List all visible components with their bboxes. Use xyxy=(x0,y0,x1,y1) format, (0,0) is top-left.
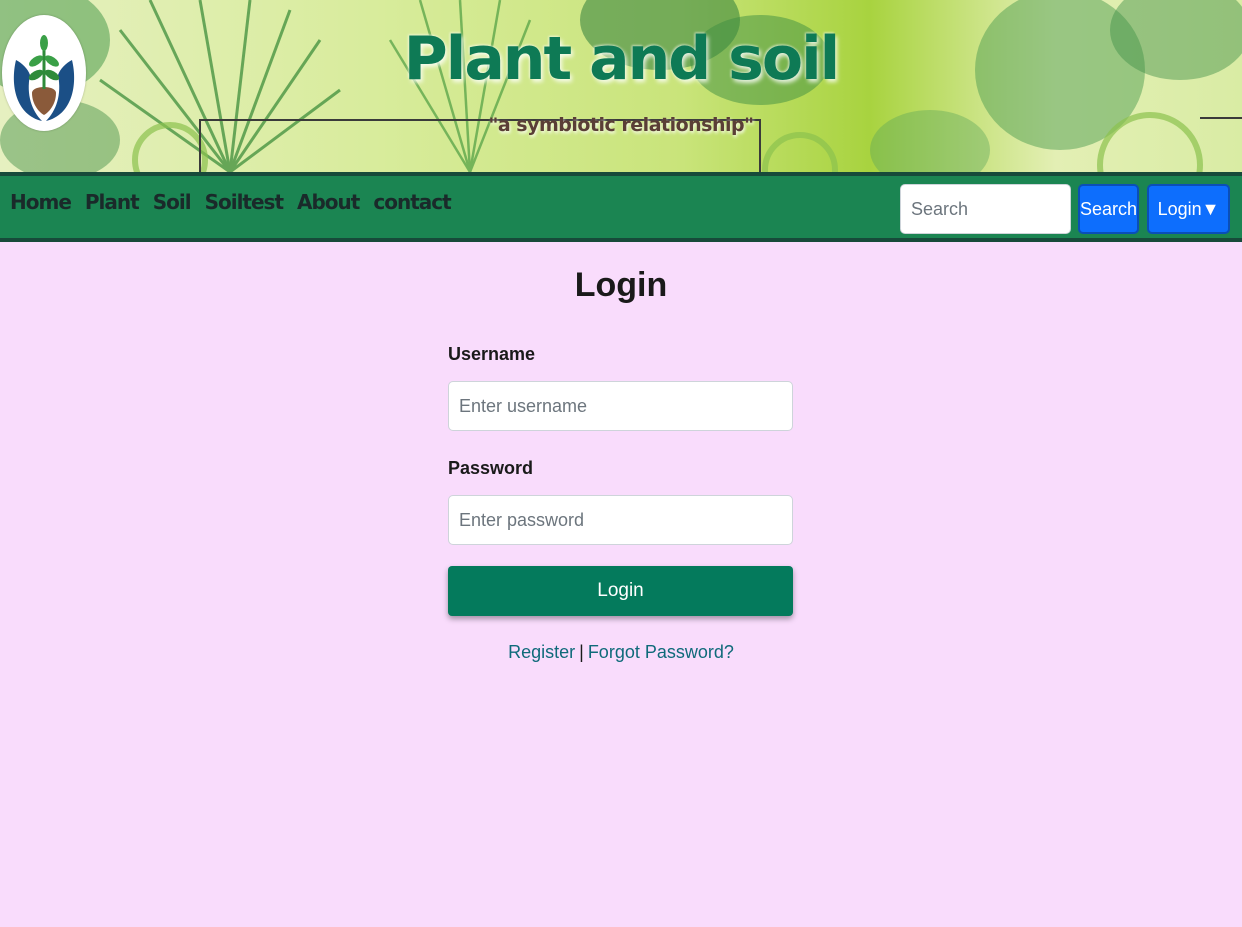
password-label: Password xyxy=(448,458,534,478)
login-submit-button[interactable]: Login xyxy=(448,566,793,616)
nav-contact[interactable]: contact xyxy=(373,190,451,214)
username-label: Username xyxy=(448,344,536,364)
password-input[interactable] xyxy=(448,495,793,545)
account-links: Register | Forgot Password? xyxy=(0,642,1242,663)
nav-links: Home Plant Soil Soiltest About contact xyxy=(10,190,452,214)
register-link[interactable]: Register xyxy=(508,642,575,662)
page-title: Login xyxy=(574,266,668,304)
nav-about[interactable]: About xyxy=(297,190,360,214)
forgot-password-link[interactable]: Forgot Password? xyxy=(588,642,734,662)
link-separator: | xyxy=(579,642,584,662)
search-button[interactable]: Search xyxy=(1078,184,1139,234)
nav-home[interactable]: Home xyxy=(10,190,72,214)
nav-soil[interactable]: Soil xyxy=(153,190,192,214)
header-banner: Plant and soil "a symbiotic relationship… xyxy=(0,0,1242,172)
main-navbar: Home Plant Soil Soiltest About contact S… xyxy=(0,172,1242,242)
nav-plant[interactable]: Plant xyxy=(85,190,140,214)
search-input[interactable] xyxy=(900,184,1071,234)
site-tagline: "a symbiotic relationship" xyxy=(488,114,754,136)
login-dropdown-button[interactable]: Login▼ xyxy=(1147,184,1230,234)
nav-soiltest[interactable]: Soiltest xyxy=(205,190,284,214)
username-input[interactable] xyxy=(448,381,793,431)
site-title: Plant and soil xyxy=(403,24,840,94)
